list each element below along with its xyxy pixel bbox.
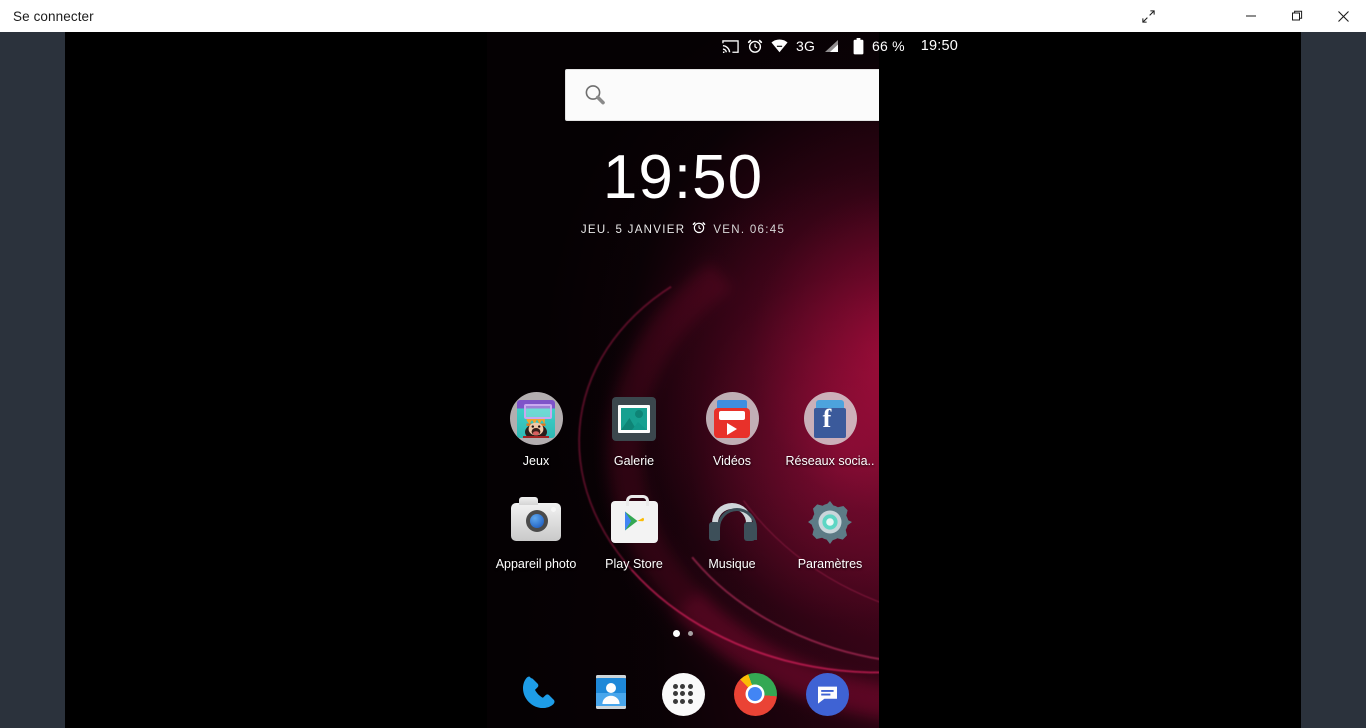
app-parametres[interactable]: Paramètres — [781, 495, 879, 571]
app-label: Paramètres — [797, 557, 863, 571]
music-headphones-icon[interactable] — [706, 495, 759, 548]
games-folder-icon[interactable] — [509, 392, 563, 445]
status-bar-clock: 19:50 — [920, 38, 959, 54]
google-search-bar[interactable] — [565, 69, 879, 121]
signal-icon — [823, 39, 839, 53]
settings-gear-icon[interactable] — [804, 495, 857, 548]
app-label: Musique — [708, 557, 756, 571]
window-title: Se connecter — [13, 8, 94, 24]
next-alarm-time: VEN. 06:45 — [713, 223, 786, 236]
app-label: Jeux — [522, 454, 550, 468]
app-label: Play Store — [605, 557, 663, 571]
gear-glyph — [808, 500, 852, 544]
app-row: Jeux Galerie Vidéos f Réseaux socia.. — [487, 392, 879, 468]
dock-item-chrome[interactable] — [733, 672, 778, 717]
app-label: Réseaux socia.. — [785, 454, 875, 468]
app-label: Appareil photo — [495, 557, 577, 571]
gallery-photo-glyph — [621, 407, 647, 430]
app-label: Galerie — [613, 454, 655, 468]
play-store-icon[interactable] — [608, 494, 661, 548]
messages-icon[interactable] — [805, 672, 849, 716]
dock-item-app-drawer[interactable] — [661, 672, 706, 717]
minimize-icon — [1245, 10, 1257, 22]
wallpaper — [487, 32, 879, 728]
app-label: Vidéos — [713, 454, 751, 468]
expand-arrows-icon — [1141, 9, 1156, 24]
expand-window-button[interactable] — [1122, 0, 1174, 32]
page-dot[interactable] — [688, 631, 693, 636]
app-drawer-icon[interactable] — [661, 672, 705, 716]
app-play-store[interactable]: Play Store — [585, 494, 683, 571]
clash-royale-king-icon — [523, 418, 549, 438]
app-grid: Jeux Galerie Vidéos f Réseaux socia.. Ap… — [487, 392, 879, 571]
alarm-clock-icon — [692, 220, 706, 239]
cast-icon — [722, 39, 739, 54]
android-status-bar: 3G 66 % 19:50 — [65, 32, 1301, 60]
clock-date: JEU. 5 JANVIER — [580, 223, 686, 236]
app-jeux[interactable]: Jeux — [487, 392, 585, 468]
camera-icon[interactable] — [510, 495, 563, 548]
chrome-icon[interactable] — [733, 672, 777, 716]
remote-phone-window: Se connecter 19:50 JEU. 5 JANVIER VEN. 0… — [0, 0, 1366, 728]
close-button[interactable] — [1320, 0, 1366, 32]
play-triangle-glyph — [625, 511, 644, 530]
app-row: Appareil photo Play Store Musique Paramè… — [487, 494, 879, 571]
battery-icon — [853, 37, 864, 55]
dock-item-phone[interactable] — [517, 672, 562, 717]
clock-subline: JEU. 5 JANVIER VEN. 06:45 — [487, 220, 879, 239]
app-videos[interactable]: Vidéos — [683, 392, 781, 468]
dock-item-contacts[interactable] — [589, 672, 634, 717]
minimize-button[interactable] — [1228, 0, 1274, 32]
battery-percent-label: 66 % — [872, 38, 905, 54]
app-galerie[interactable]: Galerie — [585, 392, 683, 468]
maximize-button[interactable] — [1274, 0, 1320, 32]
search-icon[interactable] — [582, 82, 608, 108]
videos-folder-icon[interactable] — [705, 392, 759, 445]
status-bar-icons: 3G 66 % 19:50 — [722, 37, 959, 55]
contacts-icon — [590, 671, 632, 718]
app-reseaux-sociaux[interactable]: f Réseaux socia.. — [781, 392, 879, 468]
phone-mirror-area[interactable]: 19:50 JEU. 5 JANVIER VEN. 06:45 Jeux Gal… — [65, 32, 1301, 728]
close-icon — [1337, 10, 1350, 23]
app-musique[interactable]: Musique — [683, 495, 781, 571]
network-type-label: 3G — [795, 38, 816, 54]
maximize-icon — [1291, 10, 1303, 22]
wifi-icon — [771, 39, 788, 53]
search-input[interactable] — [608, 87, 879, 103]
gallery-icon[interactable] — [608, 392, 661, 445]
clock-time: 19:50 — [602, 143, 764, 212]
app-appareil-photo[interactable]: Appareil photo — [487, 495, 585, 571]
dock — [487, 660, 879, 728]
window-titlebar: Se connecter — [0, 0, 1366, 32]
phone-screen[interactable]: 19:50 JEU. 5 JANVIER VEN. 06:45 Jeux Gal… — [487, 32, 879, 728]
alarm-icon — [747, 38, 763, 54]
dock-item-messages[interactable] — [805, 672, 850, 717]
page-dot-active[interactable] — [673, 630, 680, 637]
social-folder-icon[interactable]: f — [803, 392, 857, 445]
clock-widget[interactable]: 19:50 JEU. 5 JANVIER VEN. 06:45 — [487, 147, 879, 239]
page-indicator — [487, 630, 879, 637]
phone-icon — [518, 671, 560, 718]
